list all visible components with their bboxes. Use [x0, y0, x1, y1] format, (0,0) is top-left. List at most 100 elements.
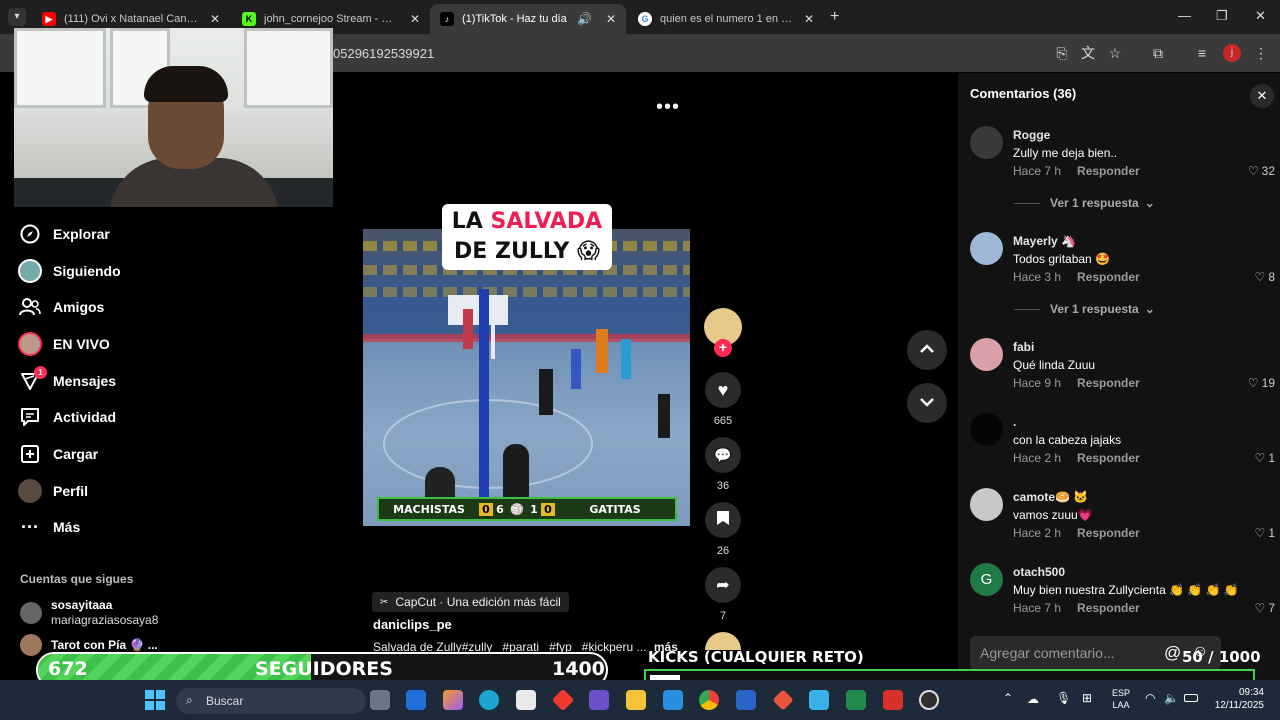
tab-tiktok[interactable]: ♪ (1)TikTok - Haz tu día 🔊 ✕: [430, 4, 626, 34]
comment-username[interactable]: Rogge: [1013, 128, 1050, 142]
comment-button[interactable]: 💬 36: [705, 437, 741, 492]
tab-google[interactable]: G quien es el numero 1 en stream ✕: [628, 4, 824, 34]
reply-button[interactable]: Responder: [1077, 164, 1140, 178]
chrome-icon[interactable]: [699, 690, 719, 710]
comment-like-button[interactable]: ♡ 32: [1248, 164, 1275, 178]
close-tab-icon[interactable]: ✕: [804, 12, 814, 26]
speaker-icon[interactable]: 🔊: [577, 12, 592, 26]
microphone-icon[interactable]: 🎙: [1056, 691, 1071, 705]
sidebar-item-siguiendo[interactable]: Siguiendo: [18, 256, 121, 286]
sidebar-item-explorar[interactable]: Explorar: [18, 219, 110, 249]
close-window-icon[interactable]: ✕: [1255, 8, 1266, 24]
comment-like-button[interactable]: ♡ 1: [1255, 451, 1275, 465]
video-options-icon[interactable]: •••: [656, 96, 680, 119]
reply-button[interactable]: Responder: [1077, 270, 1140, 284]
taskbar-search[interactable]: ⌕ Buscar: [176, 688, 366, 714]
next-video-button[interactable]: [907, 383, 947, 423]
sidebar-item-label: Explorar: [53, 226, 110, 242]
tiktok-icon: ♪: [440, 12, 454, 26]
taskbar-clock[interactable]: 09:34 12/11/2025: [1206, 686, 1264, 712]
like-button[interactable]: ♥ 665: [705, 372, 741, 427]
word-icon[interactable]: [736, 690, 756, 710]
maximize-icon[interactable]: ❐: [1216, 8, 1228, 24]
windows-start-icon[interactable]: [145, 690, 165, 710]
upload-icon: [18, 442, 42, 466]
youtube-icon: ▶: [42, 12, 56, 26]
excel-icon[interactable]: [846, 690, 866, 710]
sidebar-item-mas[interactable]: ··· Más: [18, 512, 80, 542]
mention-icon[interactable]: @: [1164, 643, 1181, 663]
following-account[interactable]: sosayitaaa mariagraziasosaya8: [20, 598, 158, 628]
video-player[interactable]: MACHISTAS 0 6 🏐 1 0 GATITAS: [363, 229, 690, 526]
tab-search-dropdown-icon[interactable]: ▾: [8, 8, 26, 26]
tray-app-icon[interactable]: ⊞: [1082, 691, 1092, 705]
comment-like-button[interactable]: ♡ 1: [1255, 526, 1275, 540]
comment-username[interactable]: camote🥯 🐱: [1013, 490, 1088, 504]
task-view-icon[interactable]: [370, 690, 390, 710]
calculator-icon[interactable]: [406, 690, 426, 710]
notepad-icon[interactable]: [809, 690, 829, 710]
reply-button[interactable]: Responder: [1077, 526, 1140, 540]
keyboard-language[interactable]: ESP LAA: [1112, 687, 1130, 711]
vscode-icon[interactable]: [663, 690, 683, 710]
comment-like-button[interactable]: ♡ 19: [1248, 376, 1275, 390]
avatar[interactable]: [970, 488, 1003, 521]
comment-username[interactable]: Mayerly 🦄: [1013, 234, 1076, 248]
sidebar-item-perfil[interactable]: Perfil: [18, 476, 88, 506]
close-tab-icon[interactable]: ✕: [606, 12, 616, 26]
sidebar-item-actividad[interactable]: Actividad: [18, 402, 116, 432]
tray-chevron-icon[interactable]: ⌃: [1003, 691, 1013, 705]
pdf-icon[interactable]: [883, 690, 903, 710]
reply-button[interactable]: Responder: [1077, 451, 1140, 465]
profile-avatar[interactable]: j: [1223, 44, 1241, 62]
battery-icon[interactable]: [1184, 694, 1198, 702]
onedrive-icon[interactable]: ☁: [1027, 692, 1039, 706]
reply-button[interactable]: Responder: [1077, 376, 1140, 390]
avatar[interactable]: G: [970, 563, 1003, 596]
view-replies-button[interactable]: Ver 1 respuesta ⌄: [1014, 302, 1155, 316]
close-tab-icon[interactable]: ✕: [210, 12, 220, 26]
bookmark-star-icon[interactable]: ☆: [1106, 44, 1124, 62]
file-explorer-icon[interactable]: [626, 690, 646, 710]
minimize-icon[interactable]: —: [1178, 8, 1191, 23]
translate-icon[interactable]: 文: [1079, 44, 1097, 62]
avatar[interactable]: [970, 413, 1003, 446]
new-tab-icon[interactable]: +: [830, 8, 839, 26]
menu-kebab-icon[interactable]: ⋮: [1252, 44, 1270, 62]
share-button[interactable]: ➦ 7: [705, 567, 741, 622]
volleyball-icon: 🏐: [510, 502, 524, 516]
save-button[interactable]: 26: [705, 502, 741, 557]
volume-icon[interactable]: 🔈: [1164, 691, 1179, 705]
close-tab-icon[interactable]: ✕: [410, 12, 420, 26]
sidebar-item-mensajes[interactable]: 1 Mensajes: [18, 366, 116, 396]
capcut-tag[interactable]: ✂ CapCut · Una edición más fácil: [372, 592, 569, 612]
view-replies-button[interactable]: Ver 1 respuesta ⌄: [1014, 196, 1155, 210]
edge-icon[interactable]: [479, 690, 499, 710]
comment-like-button[interactable]: ♡ 8: [1255, 270, 1275, 284]
comment-username[interactable]: otach500: [1013, 565, 1065, 579]
sidebar-item-en-vivo[interactable]: EN VIVO: [18, 329, 110, 359]
avatar[interactable]: [970, 126, 1003, 159]
creator-avatar[interactable]: +: [704, 308, 742, 357]
sidebar-item-cargar[interactable]: Cargar: [18, 439, 98, 469]
copilot-icon[interactable]: [443, 690, 463, 710]
video-author[interactable]: daniclips_pe: [373, 617, 452, 632]
store-icon[interactable]: [516, 690, 536, 710]
reply-button[interactable]: Responder: [1077, 601, 1140, 615]
comment-username[interactable]: .: [1013, 415, 1016, 429]
previous-video-button[interactable]: [907, 330, 947, 370]
close-comments-button[interactable]: ✕: [1250, 84, 1274, 108]
obs-icon[interactable]: [919, 690, 939, 710]
avatar[interactable]: [970, 232, 1003, 265]
extensions-icon[interactable]: ⧉: [1149, 44, 1167, 62]
sidebar-item-amigos[interactable]: Amigos: [18, 292, 104, 322]
app-icon[interactable]: [589, 690, 609, 710]
url-text[interactable]: 05296192539921: [333, 46, 434, 61]
follow-plus-icon[interactable]: +: [714, 339, 732, 357]
wifi-icon[interactable]: ◠: [1145, 691, 1155, 705]
comment-username[interactable]: fabi: [1013, 340, 1034, 354]
avatar[interactable]: [970, 338, 1003, 371]
install-app-icon[interactable]: ⎘: [1053, 44, 1071, 62]
comment-like-button[interactable]: ♡ 7: [1255, 601, 1275, 615]
media-controls-icon[interactable]: ≡: [1193, 44, 1211, 62]
